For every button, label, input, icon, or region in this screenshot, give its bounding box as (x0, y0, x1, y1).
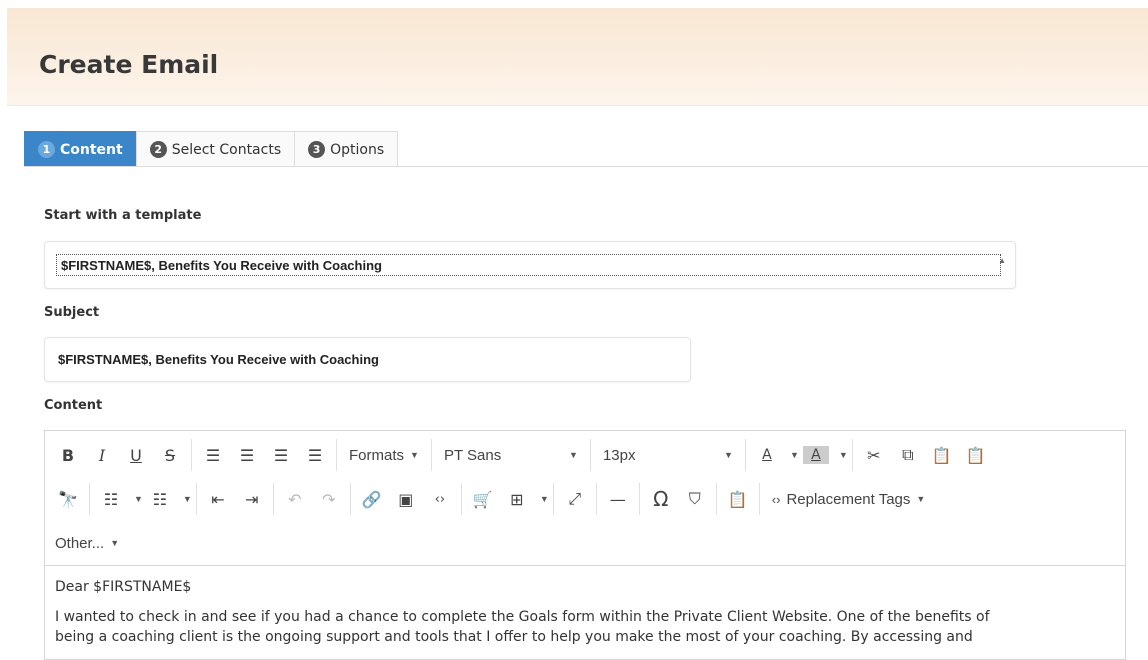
find-icon[interactable]: 🔭 (55, 485, 81, 513)
body-greeting: Dear $FIRSTNAME$ (55, 579, 192, 595)
select-arrow-icon: ▲ (998, 256, 1006, 265)
step-tabs: 1 Content 2 Select Contacts 3 Options (24, 131, 399, 167)
toolbar-row-1: B I U S ☰ ☰ ☰ ☰ Formats ▼ PT Sans ▼ 13px… (45, 435, 993, 475)
toolbar-separator (758, 483, 760, 515)
paste-icon[interactable]: 📋 (929, 441, 955, 469)
caret-down-icon: ▼ (916, 494, 926, 504)
undo-icon[interactable]: ↶ (282, 485, 308, 513)
toolbar-separator (460, 483, 462, 515)
body-paragraph-line: I wanted to check in and see if you had … (55, 609, 990, 625)
caret-down-icon: ▼ (410, 450, 419, 460)
toolbar-separator (195, 483, 197, 515)
content-label: Content (44, 398, 103, 413)
link-icon[interactable]: 🔗 (359, 485, 385, 513)
tab-number: 3 (308, 141, 326, 158)
toolbar-separator (89, 483, 90, 515)
font-size-dropdown[interactable]: 13px ▼ (603, 441, 733, 469)
template-label: Start with a template (44, 208, 202, 223)
font-size-label: 13px (602, 446, 636, 464)
copy-icon[interactable]: ⧉ (895, 441, 921, 469)
image-icon[interactable]: ▣ (393, 485, 419, 513)
editor-body[interactable]: Dear $FIRSTNAME$ I wanted to check in an… (45, 567, 1125, 647)
paste-word-icon[interactable]: 📋 (725, 485, 751, 513)
subject-input[interactable]: $FIRSTNAME$, Benefits You Receive with C… (44, 337, 691, 382)
code-icon[interactable]: ‹› (427, 485, 453, 513)
tab-select-contacts[interactable]: 2 Select Contacts (135, 131, 296, 167)
strikethrough-button[interactable]: S (157, 441, 183, 469)
replacement-tags-label: Replacement Tags (786, 490, 911, 508)
toolbar-row-3: Other... ▼ (45, 523, 127, 563)
font-family-dropdown[interactable]: PT Sans ▼ (444, 441, 578, 469)
caret-down-icon: ▼ (110, 538, 120, 548)
page-header: Create Email (7, 8, 1148, 106)
align-right-icon[interactable]: ☰ (268, 441, 294, 469)
template-select-value: $FIRSTNAME$, Benefits You Receive with C… (56, 254, 1001, 276)
font-family-label: PT Sans (443, 446, 502, 464)
bullet-list-icon[interactable]: ☷ (98, 485, 124, 513)
other-dropdown[interactable]: Other... ▼ (55, 529, 119, 557)
replacement-tags-dropdown[interactable]: ‹› Replacement Tags ▼ (772, 485, 926, 513)
toolbar-separator (715, 483, 717, 515)
paste-text-icon[interactable]: 📋 (963, 441, 989, 469)
caret-down-icon[interactable]: ▼ (839, 450, 848, 460)
indent-icon[interactable]: ⇥ (239, 485, 265, 513)
subject-label: Subject (44, 305, 100, 320)
tab-label: Content (60, 141, 123, 158)
template-select[interactable]: $FIRSTNAME$, Benefits You Receive with C… (44, 241, 1016, 289)
code-icon: ‹› (771, 491, 781, 507)
numbered-list-icon[interactable]: ☷ (147, 485, 173, 513)
redo-icon[interactable]: ↷ (316, 485, 342, 513)
bookmark-icon[interactable]: ⛉ (682, 485, 708, 513)
page-title: Create Email (39, 50, 219, 79)
editor-toolbar: B I U S ☰ ☰ ☰ ☰ Formats ▼ PT Sans ▼ 13px… (45, 431, 1125, 566)
toolbar-separator (595, 483, 597, 515)
toolbar-separator (349, 483, 351, 515)
fullscreen-icon[interactable]: ⤢ (562, 485, 588, 513)
table-icon[interactable]: ⊞ (504, 485, 530, 513)
toolbar-separator (430, 439, 432, 471)
tab-number: 2 (149, 141, 167, 158)
toolbar-row-2: 🔭 ☷ ▼ ☷ ▼ ⇤ ⇥ ↶ ↷ 🔗 ▣ ‹› 🛒 ⊞ ▼ ⤢ — Ω ⛉ 📋… (45, 479, 933, 519)
background-color-button[interactable]: A (802, 446, 829, 464)
align-center-icon[interactable]: ☰ (234, 441, 260, 469)
tab-number: 1 (38, 141, 55, 158)
cart-icon[interactable]: 🛒 (470, 485, 496, 513)
other-label: Other... (55, 534, 105, 552)
toolbar-separator (191, 439, 192, 471)
toolbar-separator (851, 439, 853, 471)
align-justify-icon[interactable]: ☰ (302, 441, 328, 469)
caret-down-icon[interactable]: ▼ (540, 494, 549, 504)
caret-down-icon: ▼ (724, 450, 733, 460)
toolbar-separator (589, 439, 591, 471)
cut-icon[interactable]: ✂ (861, 441, 887, 469)
tab-divider (24, 166, 1148, 167)
underline-button[interactable]: U (123, 441, 149, 469)
caret-down-icon: ▼ (569, 450, 578, 460)
toolbar-separator (638, 483, 640, 515)
italic-button[interactable]: I (89, 441, 115, 469)
caret-down-icon[interactable]: ▼ (183, 494, 192, 504)
formats-dropdown[interactable]: Formats ▼ (349, 441, 419, 469)
toolbar-separator (336, 439, 337, 471)
tab-label: Options (330, 141, 385, 158)
align-left-icon[interactable]: ☰ (200, 441, 226, 469)
special-character-button[interactable]: Ω (648, 485, 674, 513)
tab-content[interactable]: 1 Content (24, 131, 137, 167)
body-paragraph-line: being a coaching client is the ongoing s… (55, 629, 973, 645)
toolbar-separator (552, 483, 554, 515)
tab-options[interactable]: 3 Options (294, 131, 399, 167)
caret-down-icon[interactable]: ▼ (134, 494, 143, 504)
bold-button[interactable]: B (55, 441, 81, 469)
tab-label: Select Contacts (171, 141, 282, 158)
caret-down-icon[interactable]: ▼ (790, 450, 799, 460)
formats-label: Formats (349, 446, 405, 464)
rich-text-editor: B I U S ☰ ☰ ☰ ☰ Formats ▼ PT Sans ▼ 13px… (44, 430, 1126, 660)
text-color-button[interactable]: A (754, 441, 780, 469)
outdent-icon[interactable]: ⇤ (205, 485, 231, 513)
horizontal-rule-icon[interactable]: — (605, 485, 631, 513)
toolbar-separator (744, 439, 746, 471)
toolbar-separator (272, 483, 274, 515)
